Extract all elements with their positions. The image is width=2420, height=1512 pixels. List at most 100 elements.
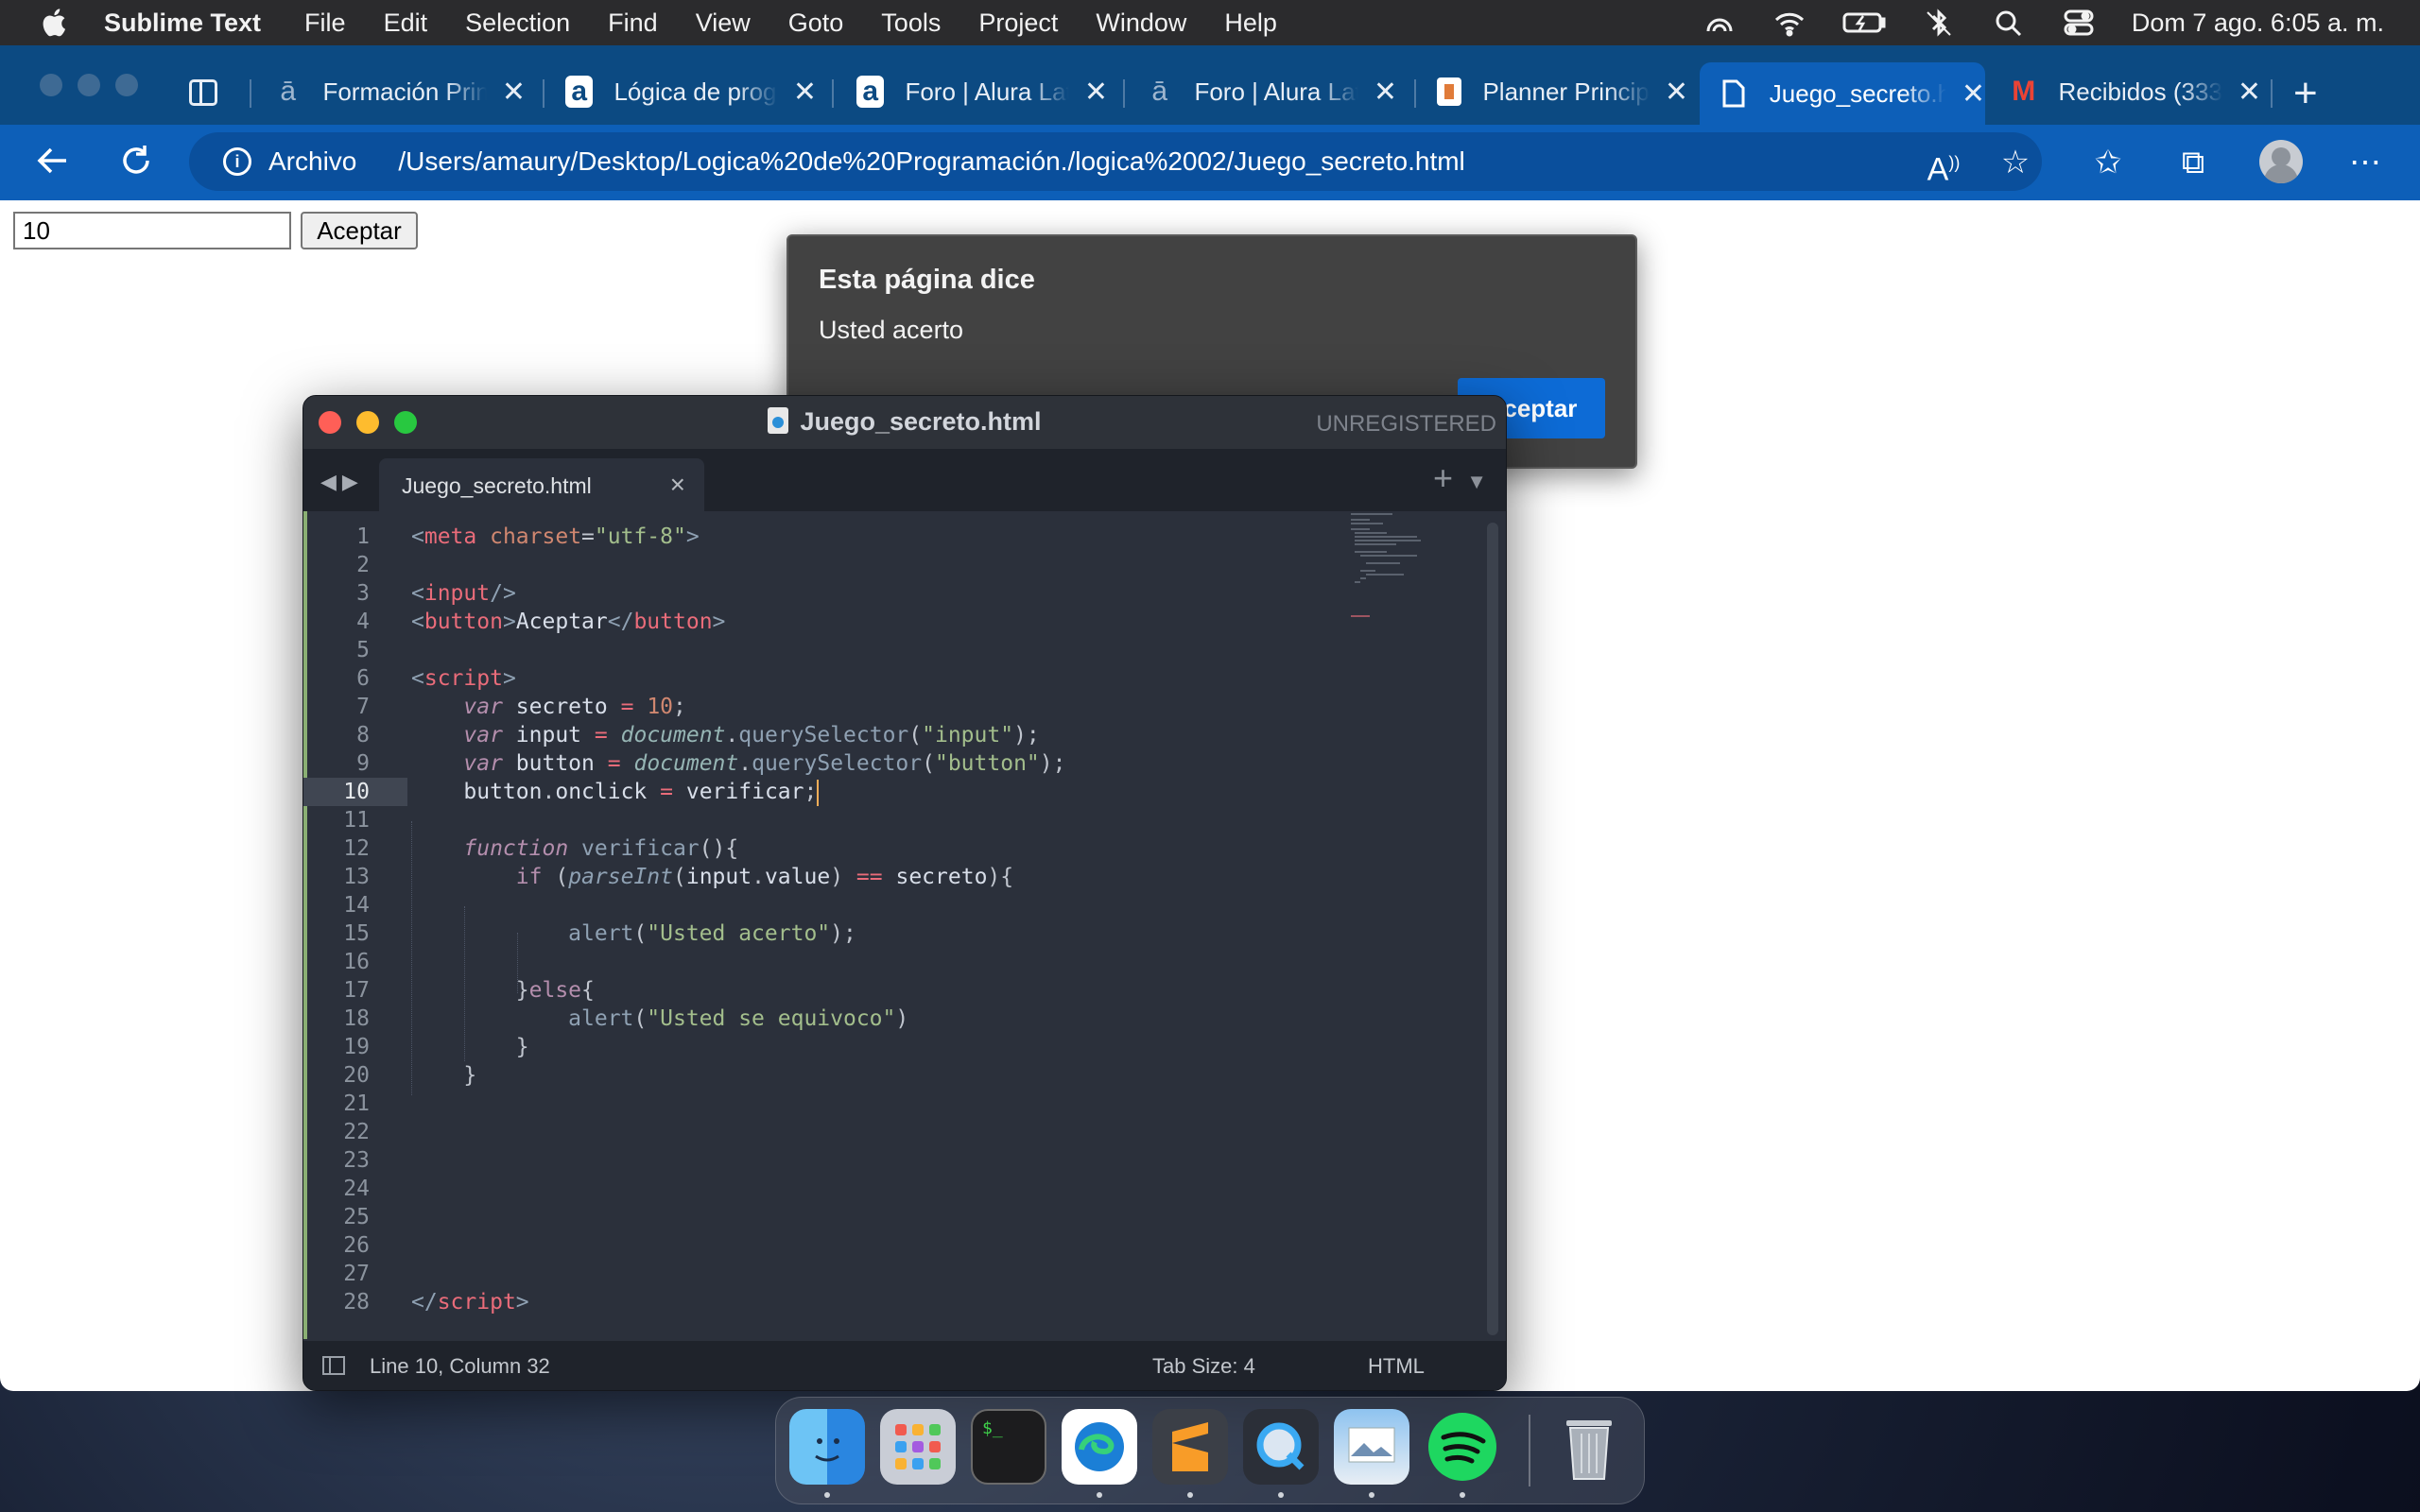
site-info-icon[interactable]: i (223, 147, 251, 176)
tab-size[interactable]: Tab Size: 4 (1152, 1354, 1255, 1379)
cursor-position[interactable]: Line 10, Column 32 (370, 1354, 550, 1379)
guess-input[interactable] (13, 212, 291, 249)
tab-separator (1123, 79, 1125, 108)
alura-icon: ā (280, 76, 297, 107)
collections-icon[interactable]: ⧉ (2174, 144, 2212, 181)
menu-find[interactable]: Find (608, 9, 658, 38)
browser-close-dot[interactable] (40, 74, 62, 96)
tab-logica[interactable]: a Lógica de programación ✕ (546, 66, 817, 117)
favorites-icon[interactable]: ✩ (2089, 144, 2127, 181)
editor-scrollbar[interactable] (1487, 523, 1498, 1335)
tab-gmail[interactable]: M Recibidos (333) ✕ (1991, 66, 2261, 117)
tab-close-icon[interactable]: ✕ (2238, 76, 2261, 109)
bluetooth-off-icon[interactable] (1922, 9, 1956, 37)
sublime-icon[interactable] (1152, 1409, 1228, 1485)
code-line: } (463, 1063, 477, 1088)
text-cursor (817, 779, 820, 806)
browser-tab-strip: ā Formación Principiante ✕ a Lógica de p… (0, 45, 2420, 125)
trash-icon[interactable] (1551, 1409, 1627, 1485)
line-number: 13 (343, 865, 370, 889)
more-menu-icon[interactable]: ⋯ (2346, 144, 2384, 181)
html-file-icon (768, 407, 789, 434)
code-line: alert("Usted acerto"); (568, 921, 856, 946)
spotify-icon[interactable] (1425, 1409, 1500, 1485)
code-line: function verificar(){ (463, 836, 739, 861)
preview-icon[interactable] (1334, 1409, 1409, 1485)
back-icon[interactable] (34, 142, 72, 189)
address-bar[interactable]: i Archivo /Users/amaury/Desktop/Logica%2… (189, 132, 2042, 191)
menu-view[interactable]: View (696, 9, 751, 38)
code-line: } (515, 1035, 529, 1059)
edge-icon[interactable] (1062, 1409, 1137, 1485)
menu-goto[interactable]: Goto (788, 9, 844, 38)
tab-close-icon[interactable]: ✕ (1374, 76, 1397, 109)
add-favorite-icon[interactable]: ☆ (1996, 144, 2034, 181)
browser-zoom-dot[interactable] (115, 74, 138, 96)
code-area[interactable]: <meta charset="utf-8"> <input/> <button>… (411, 523, 1478, 1316)
code-editor[interactable]: 1 2 3 4 5 6 7 8 9 10 11 12 13 14 15 16 17 18 19 20 21 22 23 24 2… (303, 511, 1506, 1341)
wifi-icon[interactable] (1772, 9, 1806, 37)
line-number: 28 (343, 1290, 370, 1314)
tab-foro-2[interactable]: ā Foro | Alura Latam ✕ (1127, 66, 1397, 117)
profile-avatar[interactable] (2259, 140, 2303, 183)
line-number: 19 (343, 1035, 370, 1059)
new-file-icon[interactable]: + (1433, 458, 1453, 498)
tab-close-icon[interactable]: ✕ (1084, 76, 1108, 109)
menu-selection[interactable]: Selection (465, 9, 570, 38)
tab-close-icon[interactable]: ✕ (1962, 77, 1985, 111)
airdrop-icon[interactable] (1703, 9, 1737, 37)
refresh-icon[interactable] (117, 142, 155, 189)
file-icon (1719, 77, 1749, 110)
running-indicator (1097, 1492, 1102, 1498)
tab-juego-secreto-active[interactable]: Juego_secreto.html ✕ (1700, 62, 1985, 125)
address-url[interactable]: /Users/amaury/Desktop/Logica%20de%20Prog… (398, 146, 1464, 177)
syntax-mode[interactable]: HTML (1368, 1354, 1425, 1379)
editor-tab[interactable]: Juego_secreto.html × (379, 458, 704, 511)
tab-foro-1[interactable]: a Foro | Alura Latam ✕ (838, 66, 1108, 117)
code-line: var input = document.querySelector("inpu… (463, 723, 1040, 747)
window-title-text: Juego_secreto.html (800, 407, 1042, 436)
code-line-current: button.onclick = verificar; (463, 779, 820, 806)
tab-actions-icon[interactable] (189, 79, 217, 106)
tab-formacion[interactable]: ā Formación Principiante ✕ (255, 66, 526, 117)
apple-icon[interactable] (40, 7, 72, 39)
browser-minimize-dot[interactable] (78, 74, 100, 96)
menubar-clock[interactable]: Dom 7 ago. 6:05 a. m. (2132, 9, 2384, 38)
menu-help[interactable]: Help (1224, 9, 1277, 38)
gmail-icon: M (2012, 76, 2036, 107)
line-number-gutter: 1 2 3 4 5 6 7 8 9 10 11 12 13 14 15 16 17 18 19 20 21 22 23 24 2… (303, 523, 407, 1316)
minimap[interactable] (1351, 511, 1455, 644)
tab-nav-arrows-icon[interactable]: ◀▶ (320, 470, 364, 494)
tab-menu-chevron-icon[interactable]: ▼ (1466, 470, 1487, 494)
finder-icon[interactable] (789, 1409, 865, 1485)
menu-project[interactable]: Project (978, 9, 1058, 38)
search-icon[interactable] (1992, 9, 2026, 37)
editor-tab-close-icon[interactable]: × (670, 470, 685, 500)
terminal-icon[interactable]: $_ (971, 1409, 1046, 1485)
menu-edit[interactable]: Edit (384, 9, 428, 38)
page-accept-button[interactable]: Aceptar (301, 212, 418, 249)
quicktime-icon[interactable] (1243, 1409, 1319, 1485)
menu-tools[interactable]: Tools (881, 9, 941, 38)
new-tab-icon[interactable]: + (2293, 70, 2318, 117)
running-indicator (1369, 1492, 1374, 1498)
line-number: 27 (343, 1262, 370, 1286)
battery-icon[interactable] (1842, 9, 1886, 37)
launchpad-icon[interactable] (880, 1409, 956, 1485)
tab-close-icon[interactable]: ✕ (793, 76, 817, 109)
tab-close-icon[interactable]: ✕ (1665, 76, 1688, 109)
line-number: 24 (343, 1177, 370, 1201)
menu-file[interactable]: File (304, 9, 346, 38)
panel-toggle-icon[interactable] (322, 1356, 345, 1375)
menu-window[interactable]: Window (1096, 9, 1186, 38)
read-aloud-icon[interactable]: A)) (1925, 144, 1962, 187)
control-center-icon[interactable] (2062, 9, 2096, 37)
tab-close-icon[interactable]: ✕ (502, 76, 526, 109)
menu-app-name[interactable]: Sublime Text (104, 9, 261, 38)
tab-planner[interactable]: Planner Principiante ✕ (1418, 66, 1688, 117)
